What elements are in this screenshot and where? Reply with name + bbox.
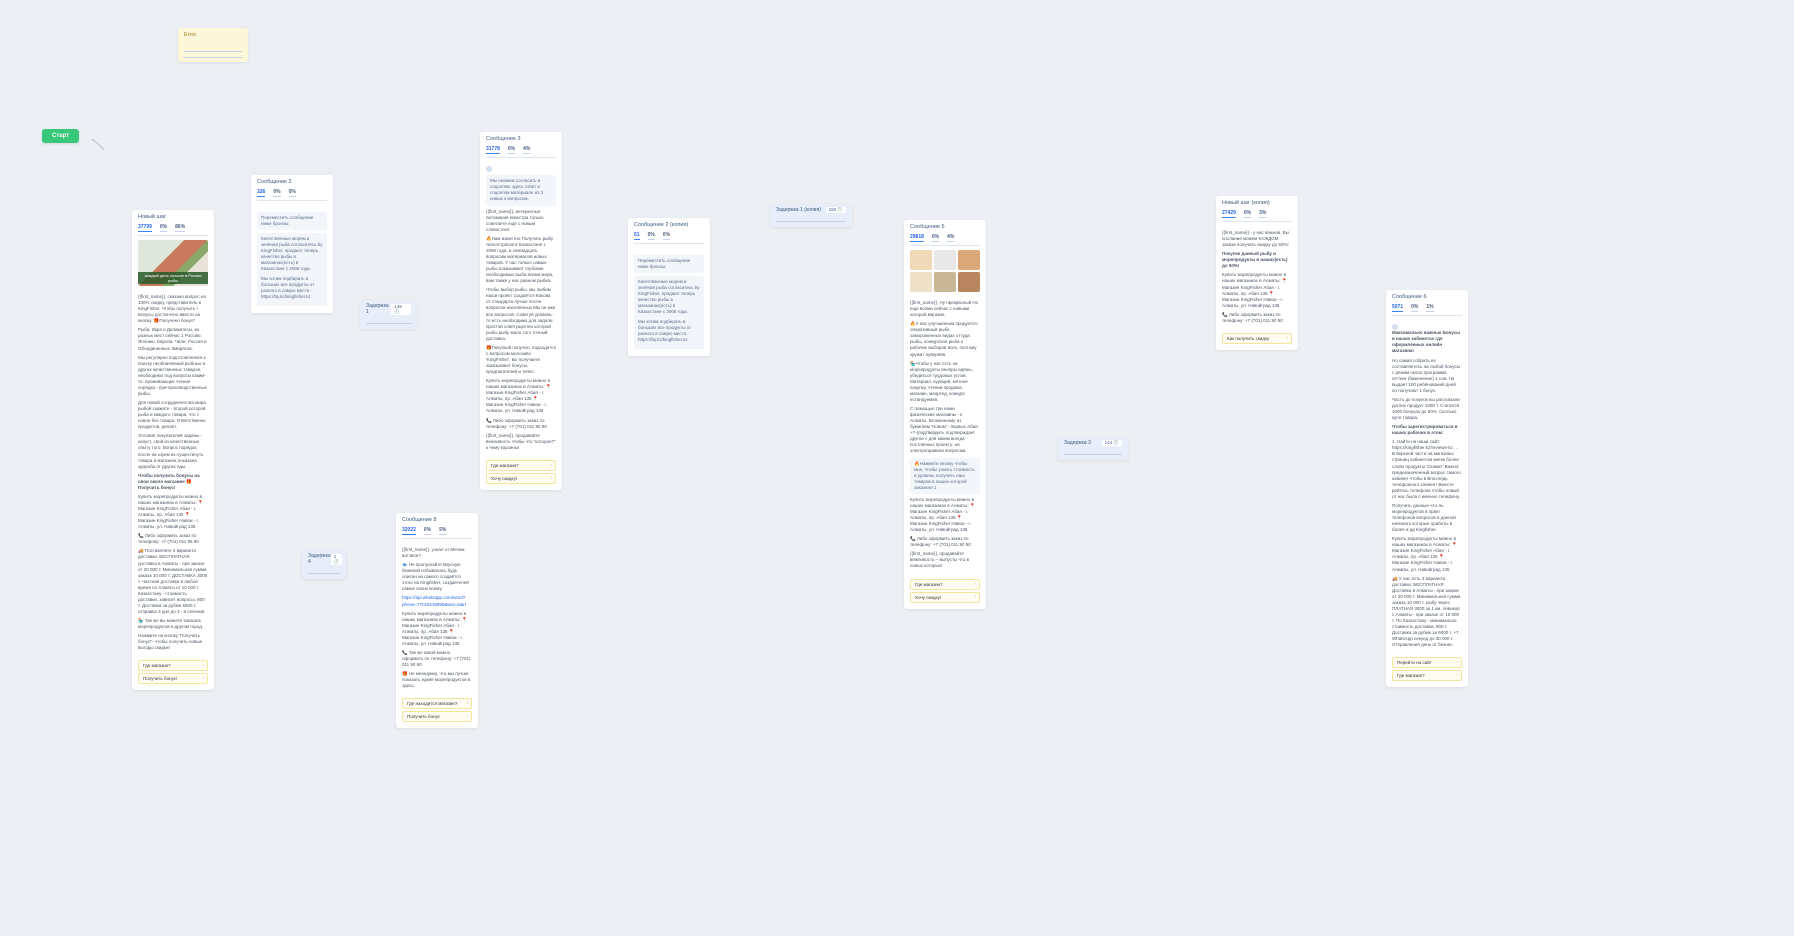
reply-button[interactable]: Где находится магазин? [402, 698, 472, 709]
info-icon [486, 166, 492, 172]
info-icon [1392, 324, 1398, 330]
reply-button[interactable]: Где магазин? [910, 579, 980, 590]
hero-image: каждый день лучшие в России рыбы [138, 240, 208, 286]
reply-button[interactable]: Хочу скидку! [910, 592, 980, 603]
reply-button[interactable]: Получить бонус [402, 711, 472, 722]
reply-button[interactable]: Хочу скидку! [486, 473, 556, 484]
delay-3[interactable]: Задержка 3144 🕐 [1058, 437, 1128, 460]
edges [0, 0, 300, 150]
reply-button[interactable]: Где магазин? [1392, 670, 1462, 681]
delay-4[interactable]: Задержка 41 🕐 [302, 550, 346, 579]
start-label: Старт [52, 133, 69, 139]
warning-node[interactable]: Error [178, 28, 248, 62]
node-title: Сообщение 3 [480, 132, 562, 146]
node-msg8[interactable]: Сообщение 8 320220%5% {{first_name}}, уз… [396, 513, 478, 728]
node-body: {{first_name}}, сказано вопрос на 100% с… [132, 290, 214, 658]
warning-title: Error [178, 28, 248, 42]
node-msg6[interactable]: Сообщение 6 50710%1% Максимально важные … [1386, 290, 1468, 687]
delay-1-copy[interactable]: Задержка 1 (копия)150 🕐 [770, 204, 852, 227]
image-grid [910, 250, 980, 292]
node-stats: 377990%86% [138, 224, 208, 236]
delay-badge: 145 🕐 [391, 304, 411, 315]
delay-title: Задержка 1 [366, 303, 391, 315]
reply-button[interactable]: Где магазин? [486, 460, 556, 471]
node-msg3[interactable]: Сообщение 3 317780%4% Мы сможем согласит… [480, 132, 562, 490]
node-title: Сообщение 2 [251, 175, 333, 189]
node-title: Сообщение 8 [396, 513, 478, 527]
node-msg2[interactable]: Сообщение 2 3260%0% Переместить сообщени… [251, 175, 333, 313]
reply-button[interactable]: Как получить скидку [1222, 333, 1292, 344]
flow-canvas[interactable]: Старт Error Новый шаг 377990%86% каждый … [0, 0, 1794, 936]
reply-button[interactable]: Перейти на сайт [1392, 657, 1462, 668]
reply-button[interactable]: Где магазин? [138, 660, 208, 671]
node-msg2-copy[interactable]: Сообщение 2 (копия) 510%0% Переместить с… [628, 218, 710, 356]
node-msg5[interactable]: Сообщение 5 298180%4% {{first_name}}, Ну… [904, 220, 986, 609]
node-new-step-copy[interactable]: Новый шаг (копия) 274290%3% {{first_name… [1216, 196, 1298, 350]
node-title: Новый шаг [132, 210, 214, 224]
delay-1[interactable]: Задержка 1145 🕐 [360, 300, 417, 329]
hint: Переместить сообщение ниже бронзы: [257, 212, 327, 230]
node-new-step[interactable]: Новый шаг 377990%86% каждый день лучшие … [132, 210, 214, 690]
reply-button[interactable]: Получить бонус! [138, 673, 208, 684]
start-node[interactable]: Старт [42, 129, 79, 143]
